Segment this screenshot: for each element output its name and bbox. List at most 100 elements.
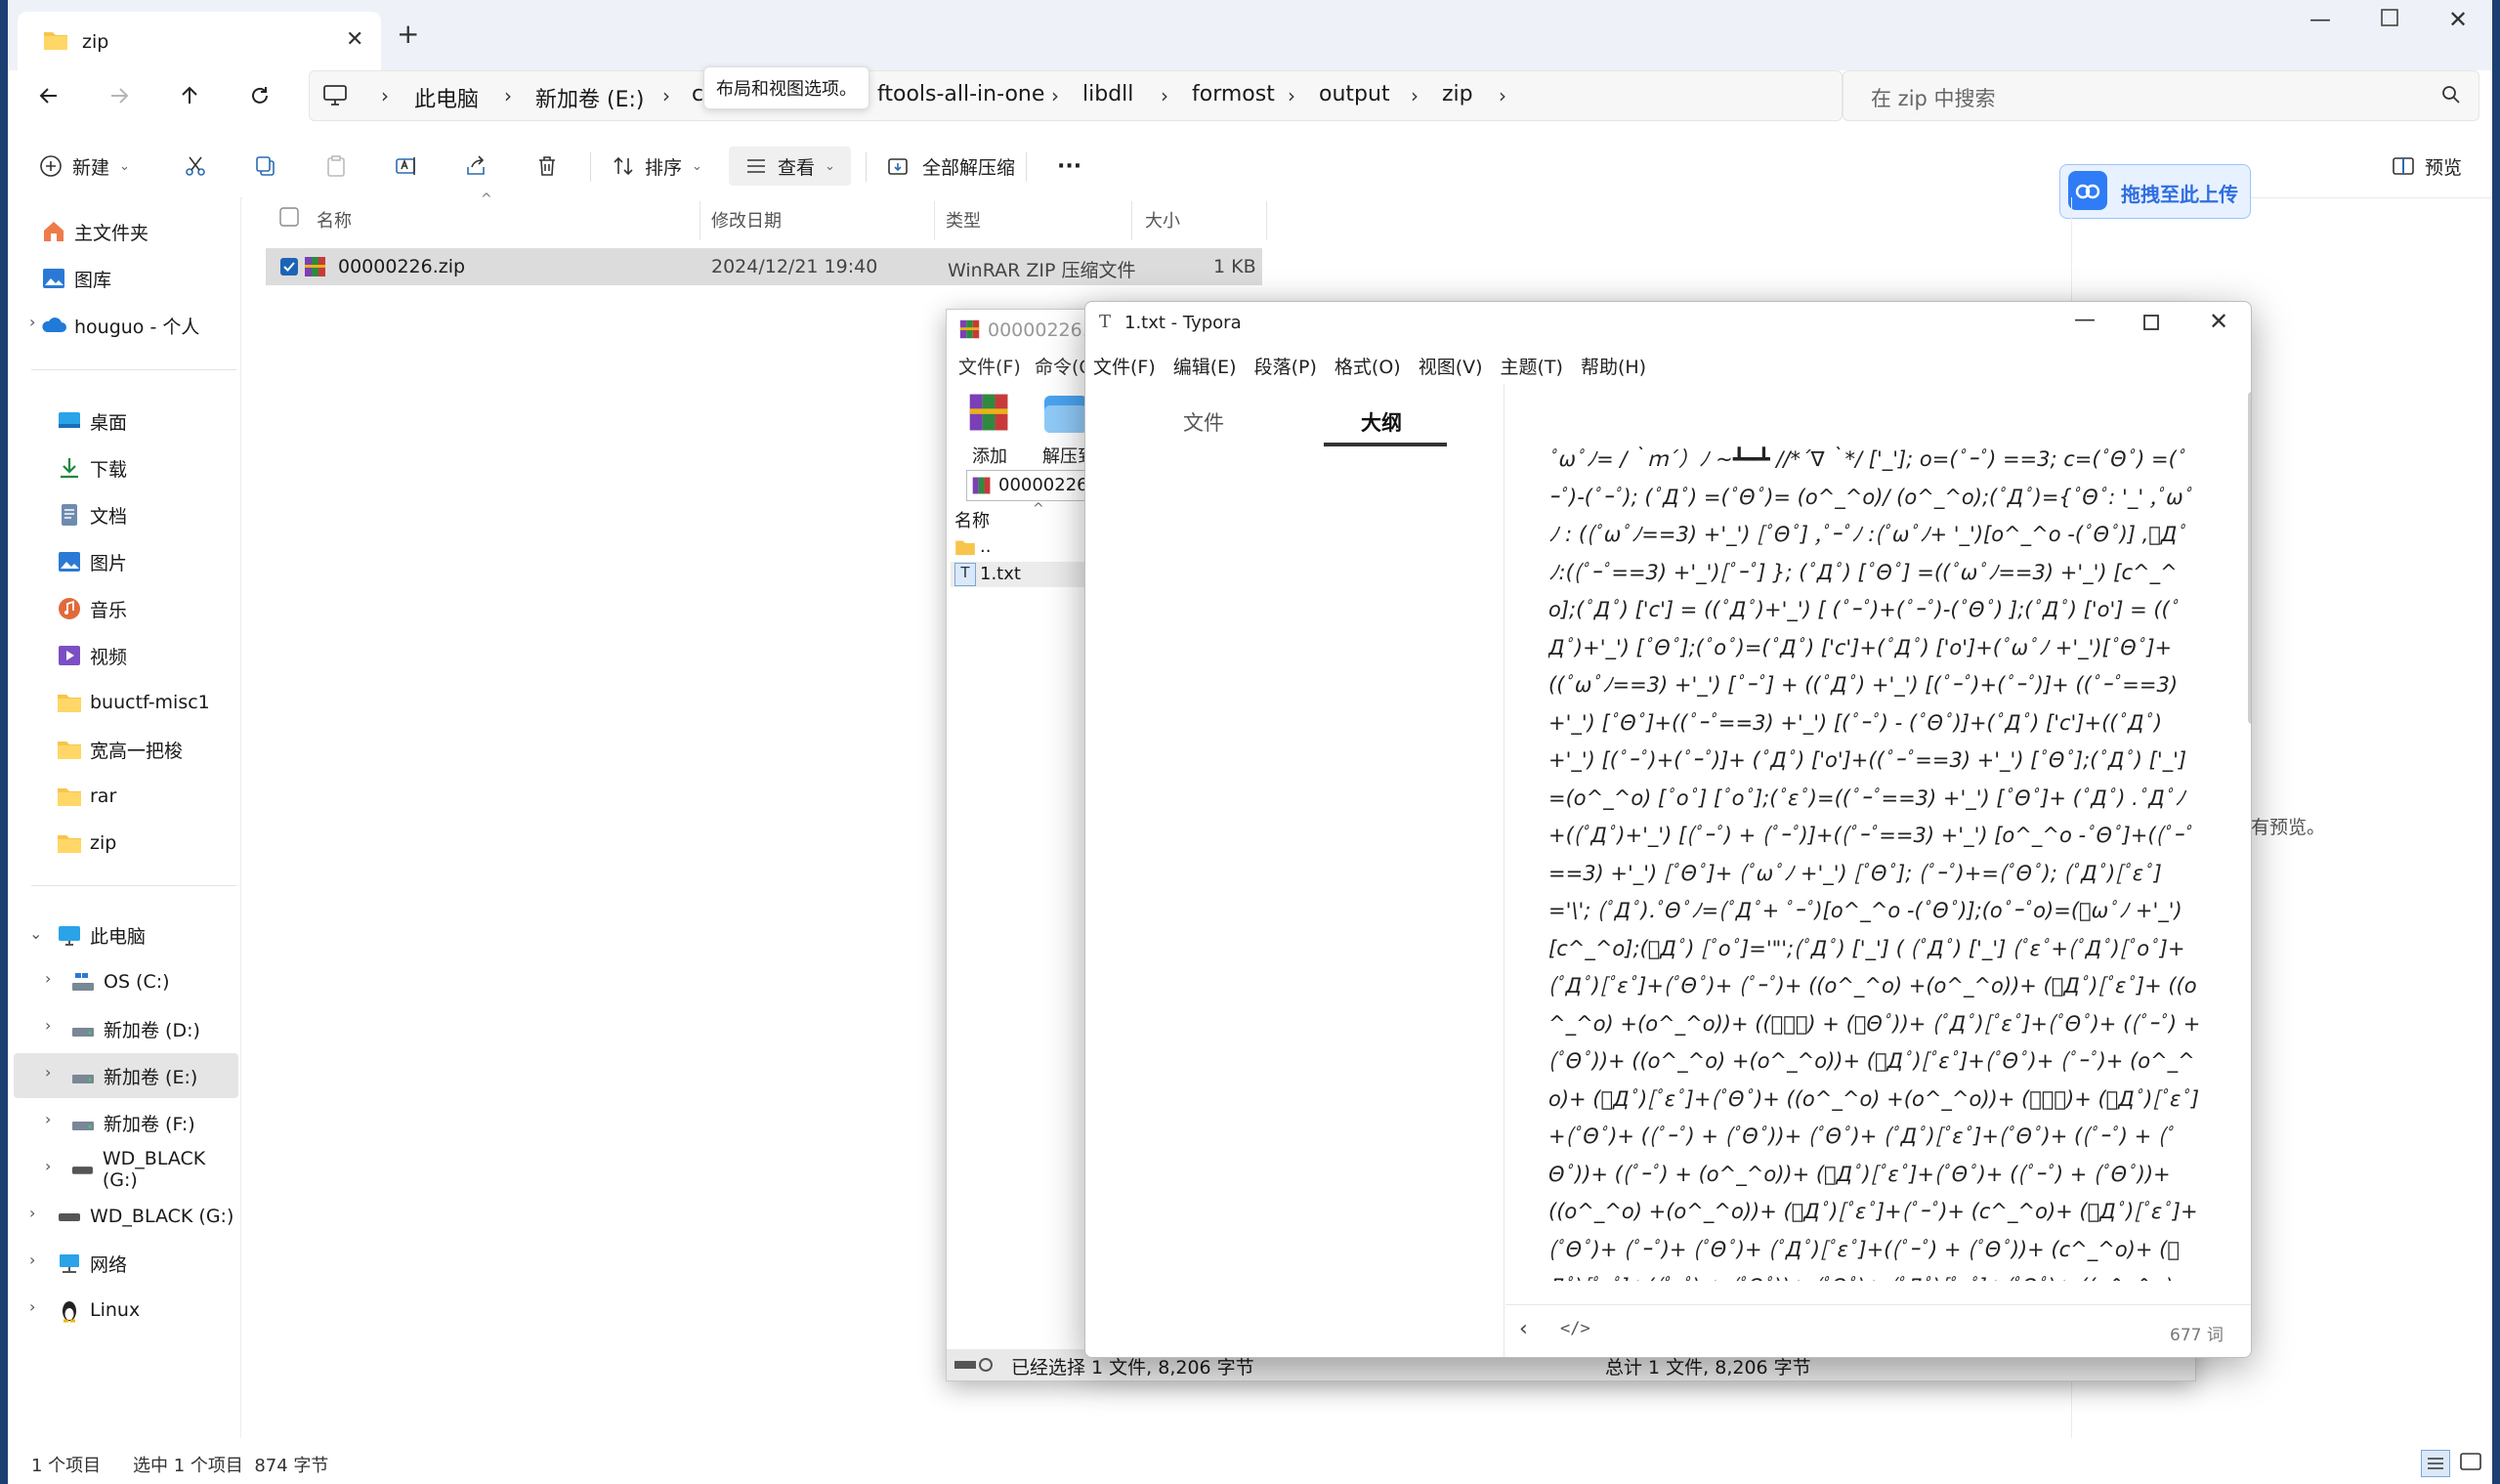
paste-icon[interactable] — [317, 147, 356, 186]
sidebar-item-videos[interactable]: 视频 📌 — [57, 633, 272, 678]
chevron-right-icon[interactable]: › — [29, 1204, 35, 1222]
tab-zip[interactable]: zip ✕ — [18, 12, 381, 70]
winrar-column-name[interactable]: 名称 — [954, 507, 990, 532]
copy-icon[interactable] — [246, 147, 285, 186]
chevron-right-icon[interactable]: › — [45, 1016, 51, 1035]
chevron-right-icon[interactable]: › — [45, 969, 51, 988]
close-tab-icon[interactable]: ✕ — [346, 27, 363, 52]
new-button[interactable]: 新建 ⌄ — [31, 147, 138, 186]
sidebar-item-drive-c[interactable]: OS (C:) — [70, 959, 170, 1004]
sidebar-item-home[interactable]: 主文件夹 — [41, 209, 148, 254]
breadcrumb-drive-e[interactable]: 新加卷 (E:) — [535, 82, 644, 112]
view-button[interactable]: 查看 ⌄ — [729, 147, 851, 186]
column-header-name[interactable]: 名称 — [317, 207, 352, 233]
column-divider[interactable] — [1266, 201, 1267, 240]
sidebar-item-network[interactable]: 网络 — [57, 1241, 127, 1286]
tiles-view-icon[interactable] — [2458, 1450, 2483, 1475]
extract-all-button[interactable]: 全部解压缩 — [879, 147, 1023, 186]
menu-help[interactable]: 帮助(H) — [1581, 353, 1646, 379]
sidebar-item-desktop[interactable]: 桌面 📌 — [57, 399, 272, 444]
sidebar-item-drive-e[interactable]: 新加卷 (E:) — [70, 1053, 197, 1098]
winrar-menu-command[interactable]: 命令(C — [1035, 353, 1092, 379]
details-view-icon[interactable] — [2421, 1450, 2450, 1477]
column-divider[interactable] — [1131, 201, 1132, 240]
menu-paragraph[interactable]: 段落(P) — [1254, 353, 1317, 379]
breadcrumb-zip[interactable]: zip — [1442, 82, 1473, 107]
menu-format[interactable]: 格式(O) — [1335, 353, 1401, 379]
sidebar-item-folder[interactable]: 宽高一把梭 📌 — [57, 727, 272, 772]
minimize-icon[interactable]: — — [2074, 308, 2096, 332]
maximize-icon[interactable] — [2380, 8, 2399, 27]
more-options-button[interactable]: ··· — [1049, 147, 1089, 186]
search-input[interactable]: 在 zip 中搜索 — [1843, 70, 2479, 121]
breadcrumb-output[interactable]: output — [1319, 82, 1390, 107]
chevron-right-icon[interactable]: › — [45, 1063, 51, 1081]
sort-button[interactable]: 排序 ⌄ — [604, 147, 710, 186]
winrar-path-field[interactable]: 00000226 — [966, 470, 1089, 501]
sidebar-item-pictures[interactable]: 图片 📌 — [57, 539, 272, 584]
sidebar-item-buuctf-misc1[interactable]: buuctf-misc1 📌 — [57, 680, 272, 725]
sidebar-item-zip[interactable]: zip — [57, 821, 116, 866]
menu-view[interactable]: 视图(V) — [1419, 353, 1483, 379]
maximize-icon[interactable] — [2142, 314, 2160, 331]
column-header-size[interactable]: 大小 — [1145, 207, 1180, 233]
word-count[interactable]: 677 词 — [2170, 1321, 2224, 1345]
column-header-modified[interactable]: 修改日期 — [711, 207, 782, 233]
column-header-type[interactable]: 类型 — [946, 207, 981, 233]
column-divider[interactable] — [699, 201, 700, 240]
chevron-right-icon[interactable]: › — [45, 1110, 51, 1128]
winrar-menu-file[interactable]: 文件(F) — [958, 353, 1021, 379]
breadcrumb-formost[interactable]: formost — [1192, 82, 1275, 107]
menu-theme[interactable]: 主题(T) — [1501, 353, 1563, 379]
breadcrumb-libdll[interactable]: libdll — [1082, 82, 1133, 107]
sidebar-item-onedrive[interactable]: houguo - 个人 — [41, 303, 199, 348]
rename-icon[interactable] — [387, 147, 426, 186]
list-item[interactable]: .. — [951, 536, 1087, 560]
chevron-right-icon[interactable]: › — [29, 313, 35, 331]
new-tab-button[interactable]: + — [397, 18, 419, 50]
chevron-right-icon[interactable]: › — [29, 1297, 35, 1316]
delete-icon[interactable] — [528, 147, 567, 186]
column-divider[interactable] — [934, 201, 935, 240]
sidebar-item-documents[interactable]: 文档 📌 — [57, 492, 272, 537]
chevron-right-icon[interactable]: › — [29, 1251, 35, 1269]
list-item[interactable]: T 1.txt — [951, 562, 1087, 587]
sidebar-item-linux[interactable]: Linux — [57, 1288, 140, 1333]
typora-editor[interactable]: ﾟωﾟﾉ= /｀ｍ´）ﾉ ~┻━┻ //*´∇｀*/ ['_']; o=(ﾟｰﾟ… — [1505, 384, 2251, 1357]
sidebar-item-gallery[interactable]: 图库 — [41, 256, 111, 301]
sidebar-item-rar[interactable]: rar 📌 — [57, 774, 272, 819]
tab-outline[interactable]: 大纲 — [1361, 407, 1402, 437]
search-icon[interactable] — [2441, 85, 2461, 105]
menu-edit[interactable]: 编辑(E) — [1173, 353, 1237, 379]
breadcrumb-ctftools[interactable]: ftools-all-in-one — [877, 82, 1044, 107]
forward-arrow-icon[interactable] — [98, 74, 141, 117]
sidebar-item-drive-g[interactable]: WD_BLACK (G:) — [70, 1147, 240, 1192]
chevron-right-icon[interactable]: › — [45, 1157, 51, 1175]
breadcrumb-this-pc[interactable]: 此电脑 — [414, 82, 479, 112]
sidebar-item-drive-d[interactable]: 新加卷 (D:) — [70, 1006, 200, 1051]
scrollbar-thumb[interactable] — [2248, 392, 2251, 724]
winrar-extract-button[interactable]: 解压到 — [1042, 388, 1085, 472]
close-window-icon[interactable]: ✕ — [2448, 6, 2468, 33]
up-arrow-icon[interactable] — [168, 74, 211, 117]
share-icon[interactable] — [457, 147, 496, 186]
source-code-icon[interactable]: </> — [1560, 1319, 1590, 1338]
back-arrow-icon[interactable] — [27, 74, 70, 117]
chevron-left-icon[interactable]: ‹ — [1519, 1317, 1528, 1341]
refresh-icon[interactable] — [238, 74, 281, 117]
row-checkbox[interactable] — [279, 257, 299, 276]
cut-icon[interactable] — [176, 147, 215, 186]
close-window-icon[interactable]: ✕ — [2209, 308, 2228, 335]
editor-content[interactable]: ﾟωﾟﾉ= /｀ｍ´）ﾉ ~┻━┻ //*´∇｀*/ ['_']; o=(ﾟｰﾟ… — [1548, 441, 2201, 1281]
upload-banner[interactable]: 拖拽至此上传 — [2059, 164, 2251, 219]
tab-files[interactable]: 文件 — [1183, 407, 1224, 437]
winrar-add-button[interactable]: 添加 — [966, 388, 1017, 472]
preview-button[interactable]: 预览 — [2384, 147, 2470, 186]
select-all-checkbox[interactable] — [279, 207, 299, 227]
table-row[interactable]: 00000226.zip 2024/12/21 19:40 WinRAR ZIP… — [266, 248, 1262, 285]
sidebar-item-this-pc[interactable]: 此电脑 — [57, 912, 146, 957]
sidebar-item-music[interactable]: 音乐 📌 — [57, 586, 272, 631]
sidebar-item-downloads[interactable]: 下载 📌 — [57, 445, 272, 490]
sidebar-item-drive-f[interactable]: 新加卷 (F:) — [70, 1100, 195, 1145]
chevron-down-icon[interactable]: ⌄ — [29, 924, 42, 943]
